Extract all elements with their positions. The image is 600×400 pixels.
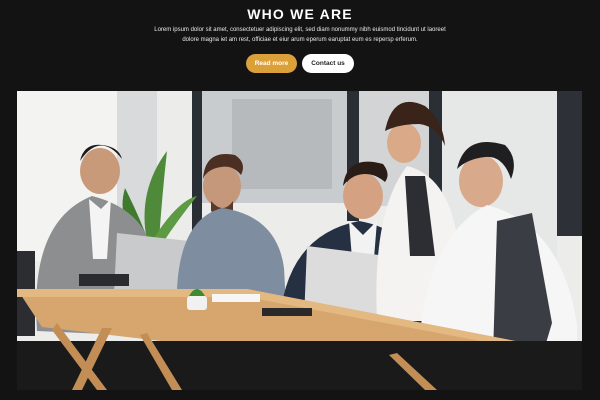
- plant-pot: [187, 296, 207, 310]
- section-description: Lorem ipsum dolor sit amet, consectetuer…: [154, 27, 446, 43]
- notebook: [212, 294, 260, 302]
- who-we-are-section: WHO WE ARE Lorem ipsum dolor sit amet, c…: [0, 0, 600, 90]
- team-photo: [17, 91, 582, 390]
- phone: [262, 308, 312, 316]
- section-title: WHO WE ARE: [247, 6, 353, 22]
- contact-us-button[interactable]: Contact us: [302, 54, 354, 73]
- read-more-button[interactable]: Read more: [246, 54, 297, 73]
